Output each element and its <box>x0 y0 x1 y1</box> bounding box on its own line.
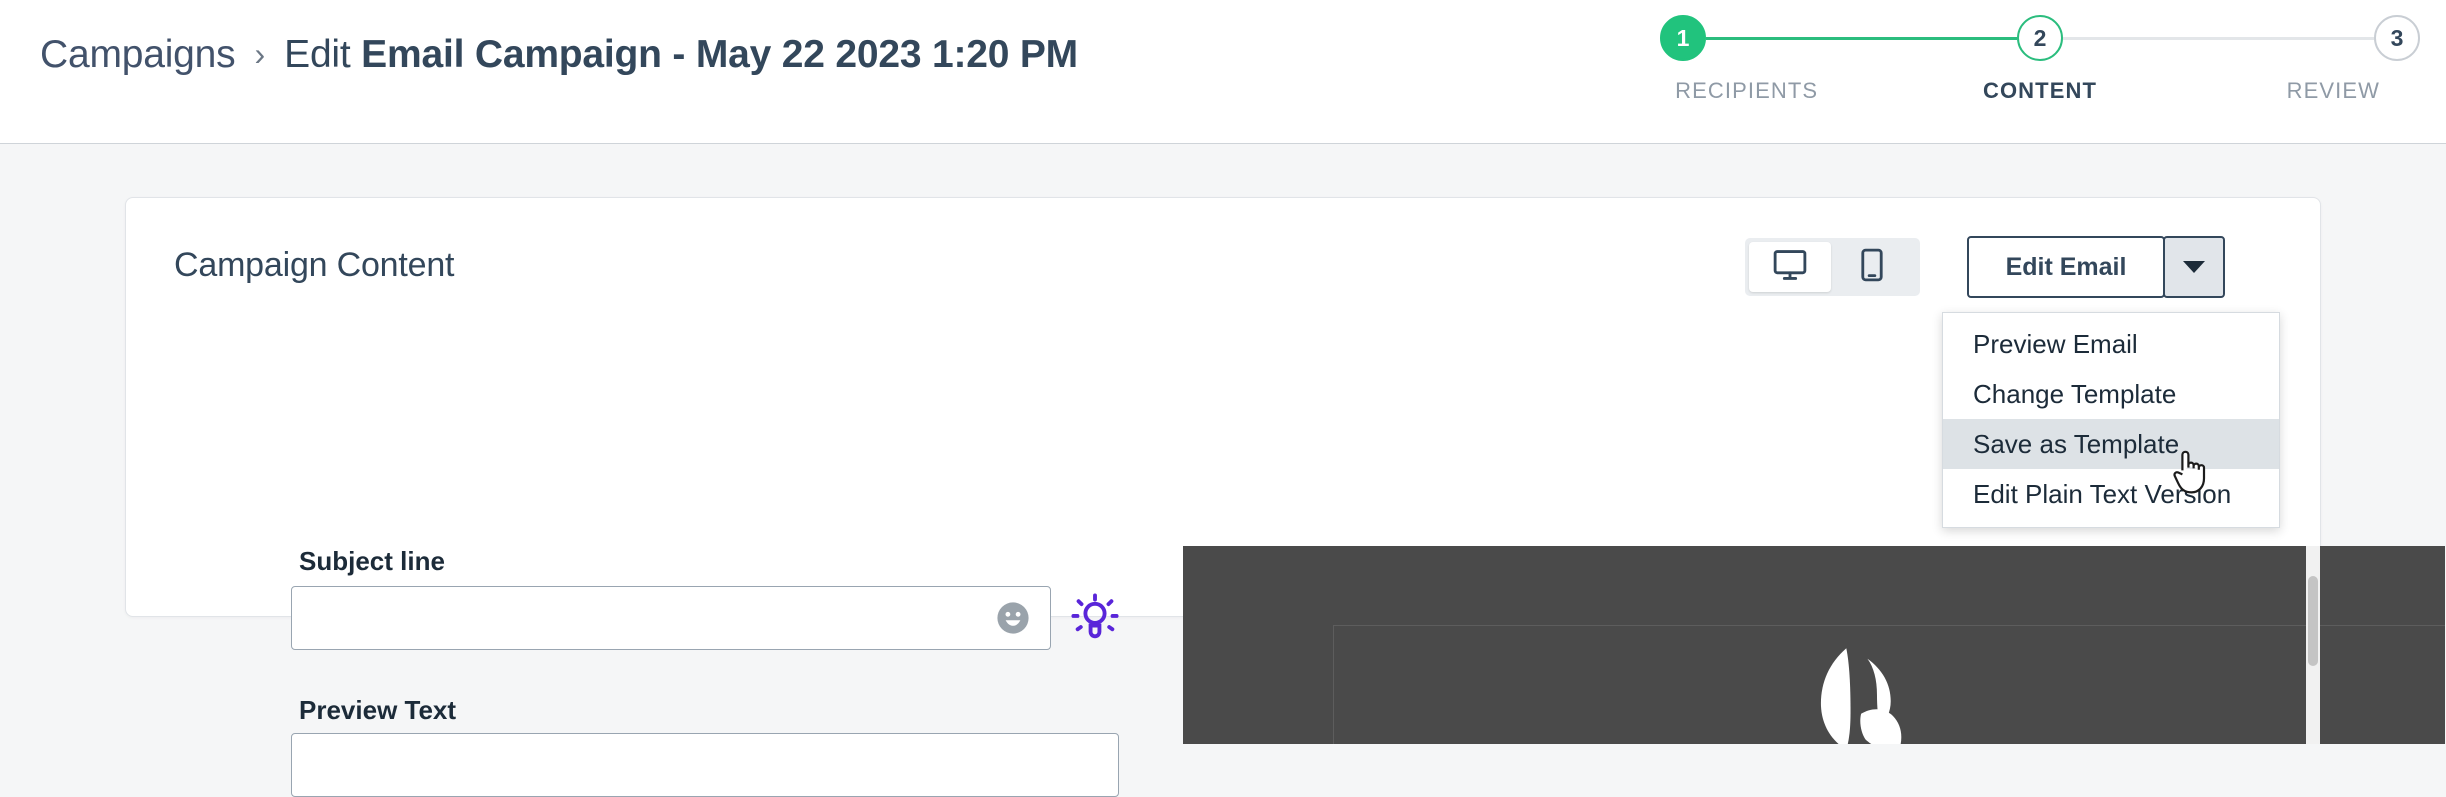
emoji-smiley-icon[interactable] <box>996 601 1030 635</box>
preview-text-input-wrapper[interactable] <box>291 733 1119 797</box>
subject-line-input-wrapper[interactable] <box>291 586 1051 650</box>
stepper-step-3-number: 3 <box>2390 24 2404 51</box>
progress-stepper: 1 2 3 RECIPIENTS CONTENT REVIEW <box>1660 12 2420 112</box>
leaf-petal-logo <box>1794 644 1924 744</box>
breadcrumb: Campaigns › Edit Email Campaign - May 22… <box>40 33 1078 77</box>
edit-email-button-label: Edit Email <box>2005 252 2127 281</box>
desktop-view-button[interactable] <box>1749 242 1831 292</box>
desktop-monitor-icon <box>1773 249 1807 286</box>
preview-text-input[interactable] <box>292 734 1118 796</box>
email-preview-pane[interactable] <box>1183 546 2445 744</box>
chevron-down-icon <box>2183 261 2205 273</box>
stepper-step-2-number: 2 <box>2033 24 2047 51</box>
scrollbar-thumb[interactable] <box>2308 576 2318 666</box>
mobile-view-button[interactable] <box>1831 242 1913 292</box>
menu-item-edit-plain-text-version[interactable]: Edit Plain Text Version <box>1943 469 2279 519</box>
card-title: Campaign Content <box>174 246 455 284</box>
stepper-step-1-circle[interactable]: 1 <box>1660 15 1706 61</box>
breadcrumb-link-campaigns[interactable]: Campaigns <box>40 33 236 77</box>
mobile-phone-icon <box>1860 248 1884 287</box>
view-mode-toggle[interactable] <box>1745 238 1920 296</box>
menu-item-preview-email[interactable]: Preview Email <box>1943 319 2279 369</box>
stepper-connector-1-2 <box>1706 36 2017 40</box>
stepper-step-3-circle[interactable]: 3 <box>2374 15 2420 61</box>
stepper-step-1-number: 1 <box>1676 24 1690 51</box>
stepper-step-2-circle[interactable]: 2 <box>2017 15 2063 61</box>
page-title-action: Edit <box>284 33 351 76</box>
edit-email-dropdown-menu: Preview Email Change Template Save as Te… <box>1942 312 2280 528</box>
lightbulb-icon[interactable] <box>1071 593 1119 643</box>
stepper-step-3-label[interactable]: REVIEW <box>2187 78 2446 104</box>
top-bar: Campaigns › Edit Email Campaign - May 22… <box>0 0 2446 144</box>
stepper-circles-row: 1 2 3 <box>1660 12 2420 64</box>
preview-text-label: Preview Text <box>299 695 457 725</box>
stepper-step-1-label[interactable]: RECIPIENTS <box>1600 78 1893 104</box>
edit-email-dropdown-toggle[interactable] <box>2163 236 2225 298</box>
email-preview-inner-frame <box>1333 625 2445 744</box>
subject-line-label: Subject line <box>299 546 445 576</box>
menu-item-change-template[interactable]: Change Template <box>1943 369 2279 419</box>
stepper-step-2-label[interactable]: CONTENT <box>1893 78 2186 104</box>
menu-item-save-as-template[interactable]: Save as Template <box>1943 419 2279 469</box>
breadcrumb-separator-icon: › <box>254 36 266 72</box>
subject-line-input[interactable] <box>292 587 1050 649</box>
email-preview-scrollbar[interactable] <box>2306 546 2320 744</box>
stepper-labels-row: RECIPIENTS CONTENT REVIEW <box>1600 78 2446 104</box>
page-title-campaign-name: Email Campaign - May 22 2023 1:20 PM <box>361 33 1078 76</box>
stepper-connector-2-3 <box>2063 36 2374 40</box>
page-title: Edit Email Campaign - May 22 2023 1:20 P… <box>284 33 1078 77</box>
edit-email-button[interactable]: Edit Email <box>1967 236 2165 298</box>
